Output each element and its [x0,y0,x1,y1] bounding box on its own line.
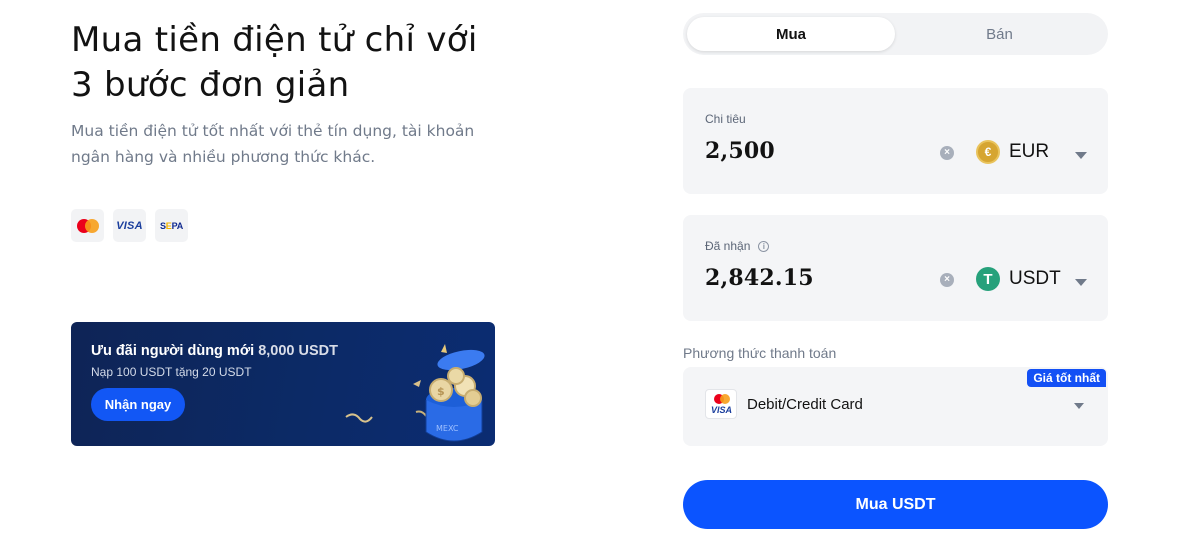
buy-sell-toggle: Mua Bán [683,13,1108,55]
eur-coin-icon: € [976,140,1000,164]
promo-title-prefix: Ưu đãi người dùng mới [91,343,255,359]
receive-amount-box[interactable]: Đã nhận i 2,842.15 × T USDT [683,215,1108,321]
clear-spend-icon[interactable]: × [940,146,954,160]
sepa-icon: SEPA [155,209,188,242]
spend-amount-input[interactable]: 2,500 [705,138,775,164]
svg-text:$: $ [437,385,445,398]
new-user-promo-banner[interactable]: Ưu đãi người dùng mới 8,000 USDT Nạp 100… [71,322,495,446]
receive-label-text: Đã nhận [705,239,751,253]
gift-box-brand-text: MEXC [436,424,459,433]
gift-box-illustration: MEXC $ [345,344,485,442]
promo-subtitle: Nạp 100 USDT tặng 20 USDT [91,365,252,379]
page-subtitle-line-1: Mua tiền điện tử tốt nhất với thẻ tín dụ… [71,122,475,140]
receive-label: Đã nhận i [705,239,770,253]
page-title-line-1: Mua tiền điện tử chỉ với [71,20,478,60]
chevron-down-icon[interactable] [1074,403,1084,409]
spend-currency-code: EUR [1009,141,1050,162]
clear-receive-icon[interactable]: × [940,273,954,287]
card-icon: VISA [705,389,737,419]
sepa-label: SEPA [159,220,184,231]
chevron-down-icon[interactable] [1075,152,1087,159]
page-subtitle-line-2: ngân hàng và nhiều phương thức khác. [71,148,376,166]
payment-method-label: Phương thức thanh toán [683,345,837,361]
page-title-line-2: 3 bước đơn giản [71,65,350,105]
payment-method-selector[interactable]: Giá tốt nhất VISA Debit/Credit Card [683,367,1108,446]
promo-title: Ưu đãi người dùng mới 8,000 USDT [91,343,338,359]
payment-method-logos: VISA SEPA [71,209,188,242]
page-title: Mua tiền điện tử chỉ với 3 bước đơn giản [71,18,551,108]
promo-title-amount: 8,000 USDT [258,343,338,359]
visa-icon: VISA [113,209,146,242]
page-subtitle: Mua tiền điện tử tốt nhất với thẻ tín dụ… [71,118,501,170]
claim-now-button[interactable]: Nhận ngay [91,388,185,421]
best-price-badge: Giá tốt nhất [1027,369,1106,387]
tether-coin-icon: T [976,267,1000,291]
receive-currency-selector[interactable]: T USDT [976,267,1061,291]
tab-sell[interactable]: Bán [895,17,1104,51]
spend-label: Chi tiêu [705,112,746,126]
receive-amount-input[interactable]: 2,842.15 [705,265,814,291]
chevron-down-icon[interactable] [1075,279,1087,286]
info-icon[interactable]: i [758,240,770,252]
spend-label-text: Chi tiêu [705,112,746,126]
spend-currency-selector[interactable]: € EUR [976,140,1049,164]
buy-usdt-button[interactable]: Mua USDT [683,480,1108,529]
card-icon-visa-text: VISA [711,405,733,415]
visa-label: VISA [116,219,143,232]
spend-amount-box[interactable]: Chi tiêu 2,500 × € EUR [683,88,1108,194]
mastercard-icon [71,209,104,242]
tab-buy[interactable]: Mua [687,17,895,51]
receive-currency-code: USDT [1009,268,1061,289]
payment-method-name: Debit/Credit Card [747,396,863,413]
